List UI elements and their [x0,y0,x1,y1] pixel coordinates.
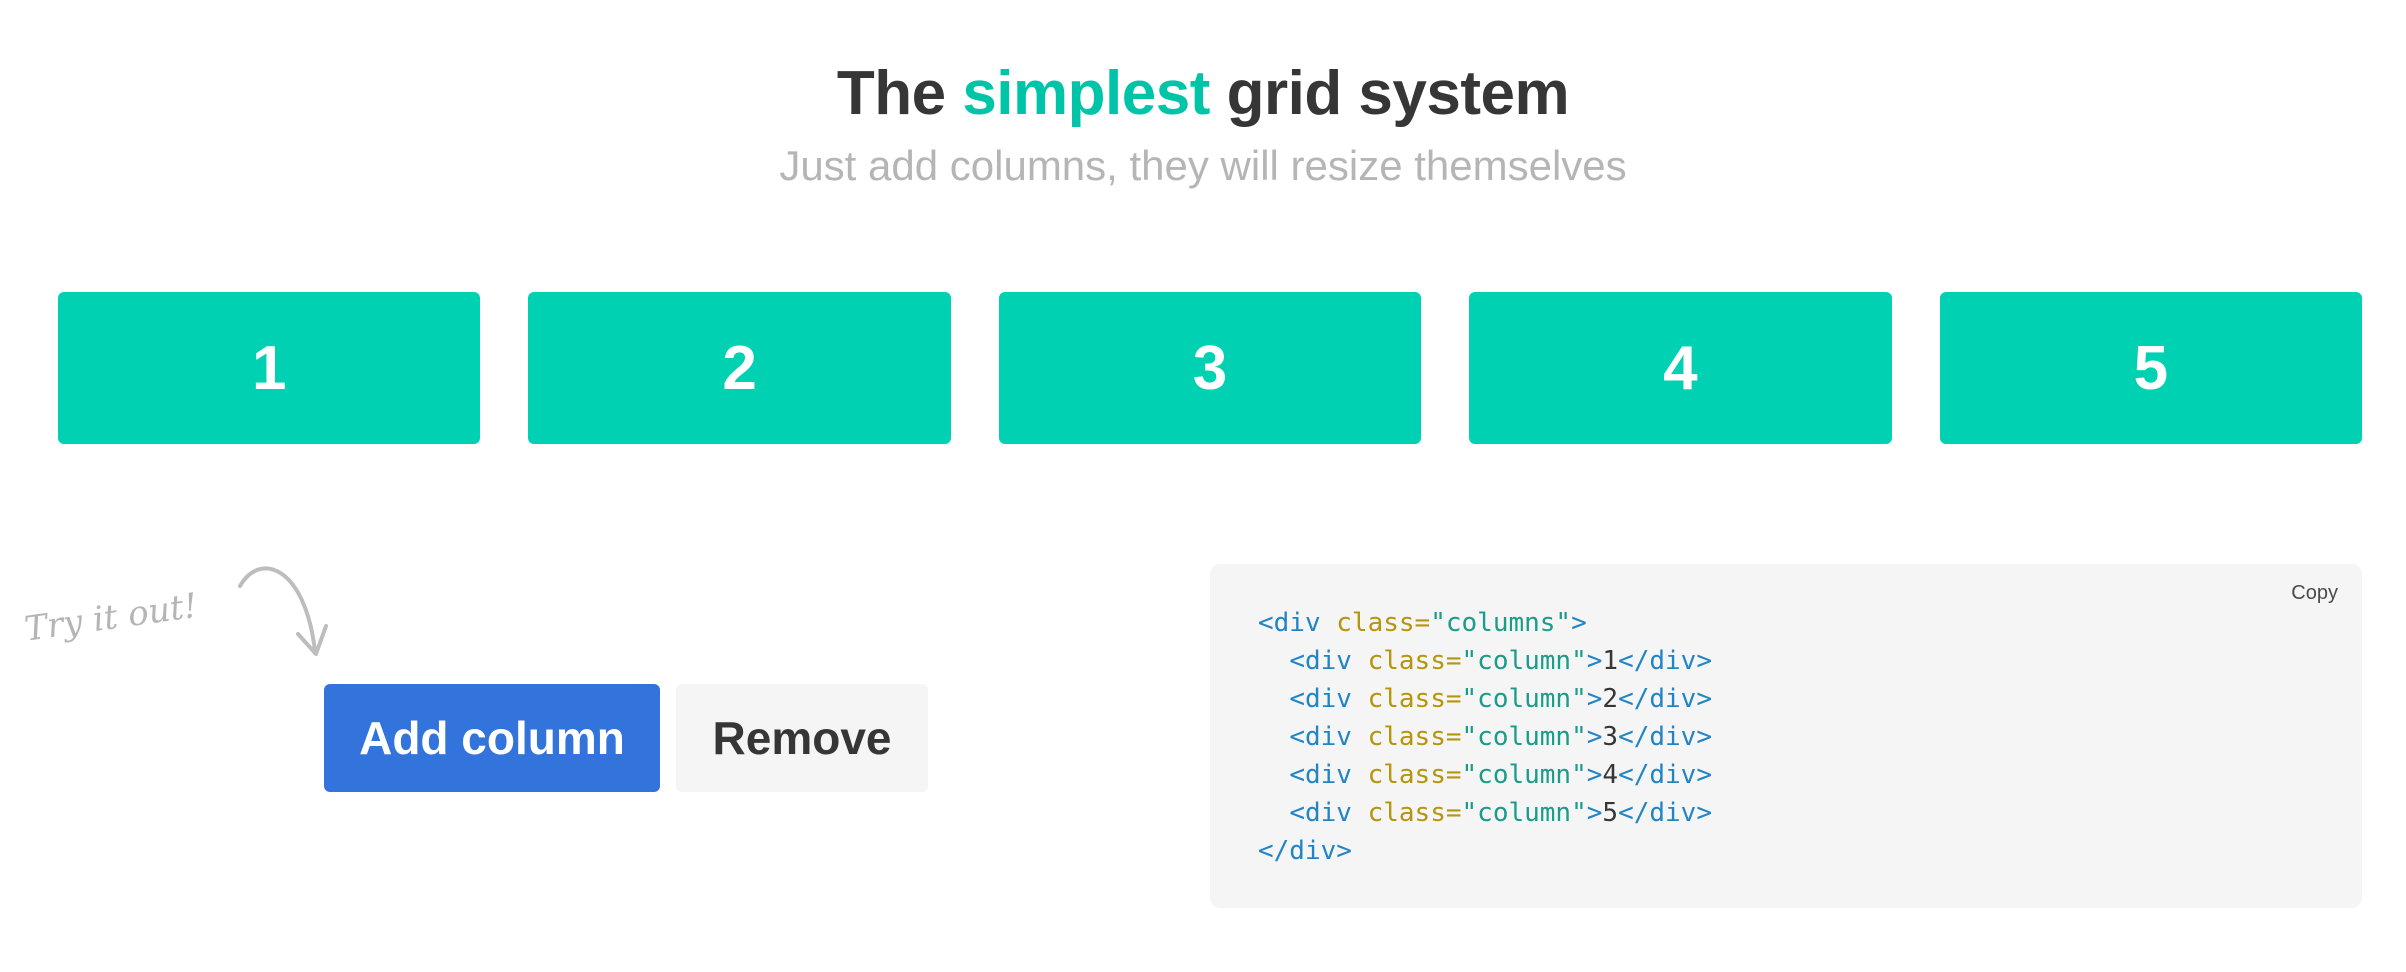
code-attr: class= [1367,760,1462,790]
curved-arrow-icon [238,566,328,656]
column-4: 4 [1469,292,1892,444]
page-subtitle: Just add columns, they will resize thems… [779,142,1627,189]
add-column-button[interactable]: Add column [324,684,660,792]
code-text: 1 [1602,646,1619,676]
columns-demo: 1 2 3 4 5 [58,292,2363,444]
code-tag: <div [1289,760,1352,790]
code-block: <div class="columns"> <div class="column… [1258,604,1712,870]
column-1: 1 [58,292,481,444]
code-tag: > [1586,760,1603,790]
code-attr: class= [1367,646,1462,676]
code-tag: </div> [1618,798,1712,828]
code-snippet: Copy <div class="columns"> <div class="c… [1210,564,2362,908]
code-tag: <div [1289,646,1352,676]
code-tag: <div [1258,608,1321,638]
code-tag: </div> [1258,836,1352,866]
code-tag: </div> [1618,646,1712,676]
title-end: grid system [1226,59,1570,128]
code-string: "column" [1461,760,1587,790]
code-string: "column" [1461,684,1587,714]
code-text: 5 [1602,798,1619,828]
copy-button[interactable]: Copy [2291,582,2338,605]
title-start: The [836,59,946,128]
page-title: The simplest grid system [0,56,2406,132]
try-it-out-annotation: Try it out! [22,585,200,650]
title-accent: simplest [962,59,1210,128]
code-tag: </div> [1618,684,1712,714]
code-tag: > [1586,722,1603,752]
code-string: "column" [1461,722,1587,752]
column-5: 5 [1939,292,2363,444]
code-string: "column" [1461,798,1587,828]
code-text: 3 [1602,722,1619,752]
code-tag: <div [1289,684,1352,714]
code-attr: class= [1336,608,1431,638]
code-tag: </div> [1618,760,1712,790]
column-3: 3 [998,292,1422,444]
code-attr: class= [1367,722,1462,752]
code-string: "column" [1461,646,1587,676]
code-tag: <div [1289,798,1352,828]
code-string: "columns" [1430,608,1572,638]
code-text: 2 [1602,684,1619,714]
code-text: 4 [1602,760,1619,790]
code-tag: > [1586,798,1603,828]
code-tag: > [1586,684,1603,714]
code-tag: </div> [1618,722,1712,752]
code-attr: class= [1367,798,1462,828]
column-2: 2 [528,292,951,444]
code-attr: class= [1367,684,1462,714]
code-tag: <div [1289,722,1352,752]
code-tag: > [1586,646,1603,676]
code-tag: > [1571,608,1587,638]
remove-column-button[interactable]: Remove [676,684,928,792]
